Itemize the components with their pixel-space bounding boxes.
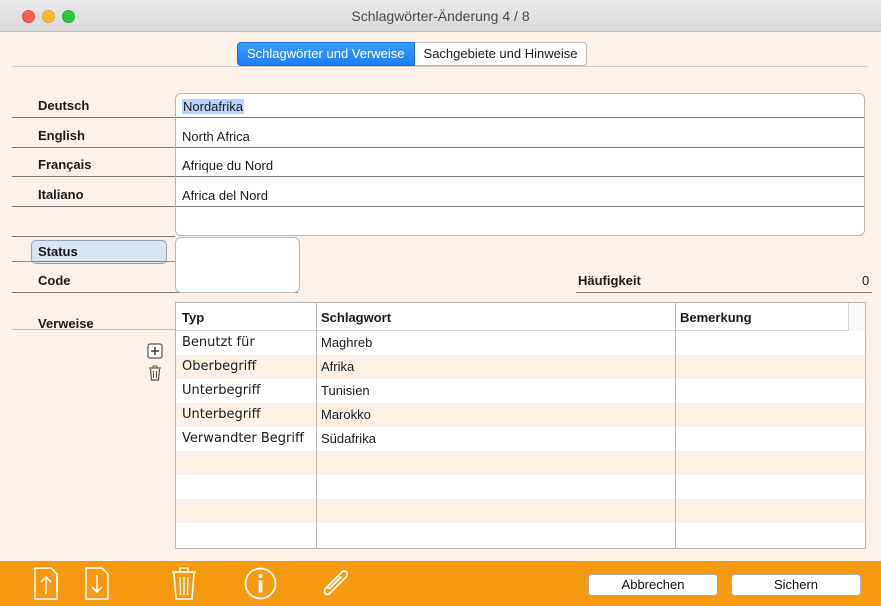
tab-divider bbox=[12, 66, 868, 67]
window-title: Schlagwörter-Änderung 4 / 8 bbox=[351, 8, 530, 24]
table-scrollbar[interactable] bbox=[848, 303, 865, 331]
trash-icon[interactable] bbox=[171, 567, 197, 600]
cell-schlagwort: Marokko bbox=[321, 407, 371, 422]
verweise-table: Typ Schlagwort Bemerkung Benutzt für Mag… bbox=[175, 302, 866, 549]
field-divider bbox=[176, 176, 864, 177]
paperclip-icon[interactable] bbox=[318, 567, 352, 600]
info-icon[interactable] bbox=[244, 567, 277, 600]
title-bar: Schlagwörter-Änderung 4 / 8 bbox=[0, 0, 881, 32]
label-deutsch: Deutsch bbox=[38, 98, 90, 113]
plus-icon[interactable] bbox=[147, 343, 163, 359]
cell-typ: Unterbegriff bbox=[182, 407, 261, 422]
row-divider bbox=[12, 117, 175, 118]
label-code: Code bbox=[38, 273, 71, 288]
cell-typ: Oberbegriff bbox=[182, 359, 257, 374]
francais-field[interactable]: Afrique du Nord bbox=[182, 158, 273, 173]
table-body: Benutzt für Maghreb Oberbegriff Afrika U… bbox=[176, 331, 865, 548]
italiano-field[interactable]: Africa del Nord bbox=[182, 188, 268, 203]
language-fields: Nordafrika North Africa Afrique du Nord … bbox=[175, 93, 865, 236]
row-divider bbox=[12, 206, 175, 207]
label-english: English bbox=[38, 128, 85, 143]
cell-schlagwort: Südafrika bbox=[321, 431, 376, 446]
column-divider bbox=[675, 303, 676, 548]
cell-typ: Unterbegriff bbox=[182, 383, 261, 398]
table-header: Typ Schlagwort Bemerkung bbox=[176, 303, 865, 331]
table-row-empty[interactable] bbox=[176, 451, 865, 475]
table-row[interactable]: Benutzt für Maghreb bbox=[176, 331, 865, 355]
cell-typ: Verwandter Begriff bbox=[182, 431, 304, 446]
haeufigkeit-divider bbox=[576, 292, 872, 293]
table-row-empty[interactable] bbox=[176, 499, 865, 523]
upload-icon[interactable] bbox=[34, 567, 58, 600]
row-divider bbox=[12, 236, 175, 237]
tab-schlagwoerter[interactable]: Schlagwörter und Verweise bbox=[237, 42, 415, 66]
label-italiano: Italiano bbox=[38, 187, 84, 202]
download-icon[interactable] bbox=[85, 567, 109, 600]
status-field[interactable] bbox=[176, 238, 299, 264]
label-francais: Français bbox=[38, 157, 92, 172]
tab-sachgebiete[interactable]: Sachgebiete und Hinweise bbox=[414, 42, 588, 66]
column-bemerkung[interactable]: Bemerkung bbox=[680, 310, 752, 325]
status-code-fields bbox=[175, 237, 300, 293]
field-divider bbox=[176, 147, 864, 148]
tab-bar: Schlagwörter und Verweise Sachgebiete un… bbox=[237, 42, 588, 66]
english-field[interactable]: North Africa bbox=[182, 129, 250, 144]
bottom-toolbar: Abbrechen Sichern bbox=[0, 561, 881, 606]
table-row-empty[interactable] bbox=[176, 523, 865, 547]
cell-typ: Benutzt für bbox=[182, 335, 255, 350]
cell-schlagwort: Afrika bbox=[321, 359, 355, 374]
save-button[interactable]: Sichern bbox=[731, 574, 861, 596]
row-divider bbox=[12, 329, 175, 330]
trash-icon[interactable] bbox=[147, 365, 163, 381]
row-divider bbox=[12, 147, 175, 148]
label-status: Status bbox=[38, 244, 78, 259]
cell-schlagwort: Tunisien bbox=[321, 383, 370, 398]
table-row[interactable]: Oberbegriff Afrika bbox=[176, 355, 865, 379]
table-row[interactable]: Unterbegriff Tunisien bbox=[176, 379, 865, 403]
cancel-button[interactable]: Abbrechen bbox=[588, 574, 718, 596]
deutsch-field[interactable]: Nordafrika bbox=[182, 99, 244, 114]
main-content: Schlagwörter und Verweise Sachgebiete un… bbox=[0, 32, 881, 561]
column-schlagwort[interactable]: Schlagwort bbox=[321, 310, 391, 325]
field-divider bbox=[176, 117, 864, 118]
row-divider bbox=[12, 176, 175, 177]
label-haeufigkeit: Häufigkeit bbox=[578, 273, 641, 288]
column-divider bbox=[316, 303, 317, 548]
table-row[interactable]: Unterbegriff Marokko bbox=[176, 403, 865, 427]
table-row[interactable]: Verwandter Begriff Südafrika bbox=[176, 427, 865, 451]
haeufigkeit-value: 0 bbox=[862, 273, 870, 288]
table-row-empty[interactable] bbox=[176, 475, 865, 499]
deutsch-value: Nordafrika bbox=[182, 99, 244, 114]
column-typ[interactable]: Typ bbox=[182, 310, 204, 325]
cell-schlagwort: Maghreb bbox=[321, 335, 373, 350]
code-field[interactable] bbox=[176, 265, 299, 292]
field-divider bbox=[176, 206, 864, 207]
